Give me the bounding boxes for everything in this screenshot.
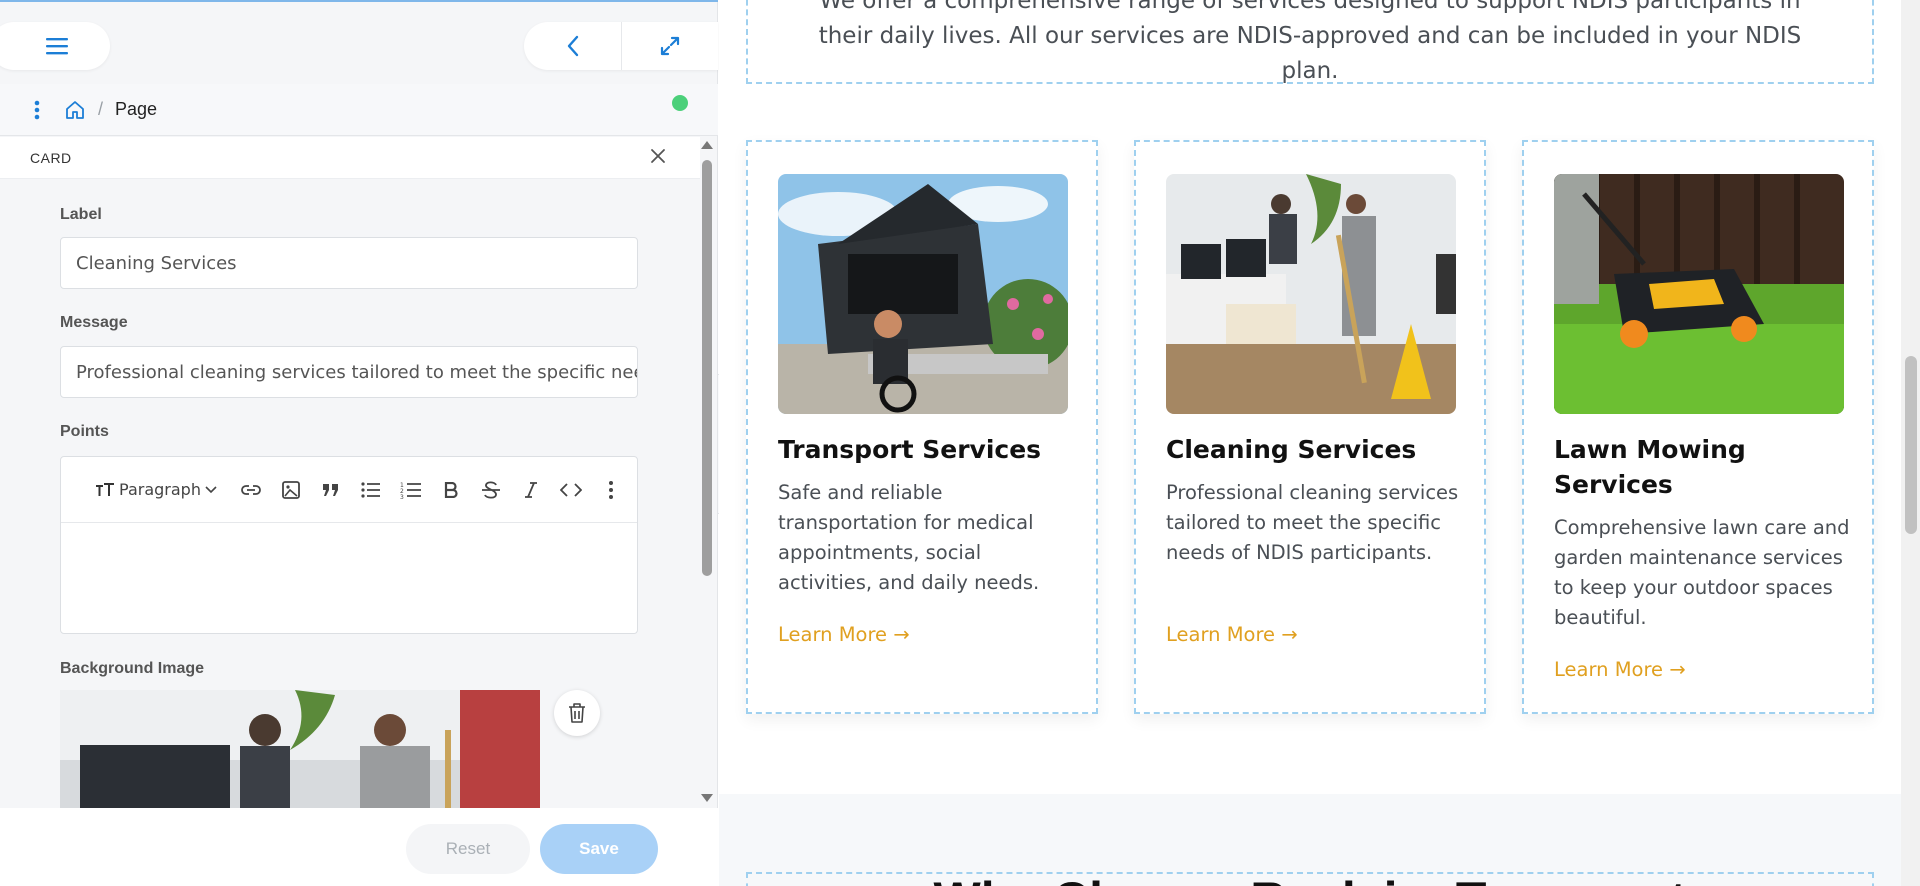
italic-button[interactable]	[511, 470, 551, 510]
lawn-mowing-image	[1554, 174, 1844, 414]
service-card-cleaning[interactable]: Cleaning Services Professional cleaning …	[1134, 140, 1486, 714]
scroll-up-arrow[interactable]	[701, 141, 713, 149]
transport-image	[778, 174, 1068, 414]
message-field-label: Message	[60, 314, 128, 331]
paragraph-style-dropdown[interactable]: Paragraph	[81, 470, 231, 510]
paragraph-style-label: Paragraph	[119, 480, 201, 499]
background-image-label: Background Image	[60, 660, 205, 677]
code-icon	[560, 482, 582, 497]
numbered-list-button[interactable]: 123	[391, 470, 431, 510]
service-title: Cleaning Services	[1166, 435, 1417, 464]
svg-text:3: 3	[400, 494, 404, 499]
strikethrough-button[interactable]	[471, 470, 511, 510]
scroll-down-arrow[interactable]	[701, 794, 713, 802]
bullet-list-icon	[361, 481, 380, 498]
trash-icon	[569, 703, 585, 723]
status-indicator	[672, 95, 688, 111]
page-preview: We offer a comprehensive range of servic…	[719, 0, 1901, 886]
numbered-list-icon: 123	[400, 482, 421, 499]
service-card-transport[interactable]: Transport Services Safe and reliable tra…	[746, 140, 1098, 714]
link-icon	[241, 484, 261, 495]
service-description: Safe and reliable transportation for med…	[778, 481, 1040, 594]
service-description: Professional cleaning services tailored …	[1166, 481, 1459, 564]
strikethrough-icon	[482, 480, 500, 499]
lawn-mower-photo	[1554, 174, 1844, 414]
expand-panel-button[interactable]	[621, 22, 718, 70]
points-editor-content[interactable]	[61, 523, 637, 633]
hamburger-icon	[46, 38, 68, 55]
more-options-button[interactable]	[591, 470, 631, 510]
bold-icon	[444, 481, 458, 498]
image-icon	[282, 480, 300, 499]
service-title: Transport Services	[778, 435, 1042, 464]
panel-scroll-thumb[interactable]	[702, 160, 712, 576]
intro-text-block[interactable]: We offer a comprehensive range of servic…	[746, 0, 1874, 84]
message-input[interactable]: Professional cleaning services tailored …	[60, 346, 638, 398]
label-field-label: Label	[60, 206, 102, 223]
reset-button[interactable]: Reset	[406, 824, 530, 874]
editor-topbar	[0, 0, 718, 84]
background-image-preview	[60, 690, 540, 808]
image-button[interactable]	[271, 470, 311, 510]
label-input[interactable]: Cleaning Services	[60, 237, 638, 289]
breadcrumb: / Page	[0, 84, 718, 136]
text-size-icon	[96, 482, 115, 496]
close-icon	[651, 149, 665, 163]
learn-more-link[interactable]: Learn More →	[1166, 623, 1298, 646]
bold-button[interactable]	[431, 470, 471, 510]
blockquote-button[interactable]	[311, 470, 351, 510]
wheelchair-van-photo	[778, 174, 1068, 414]
office-cleaner-photo	[1166, 174, 1456, 414]
save-button[interactable]: Save	[540, 824, 658, 874]
editor-toolbar: Paragraph 123	[61, 457, 637, 523]
collapse-panel-button[interactable]	[524, 22, 621, 70]
link-button[interactable]	[231, 470, 271, 510]
preview-scroll-thumb[interactable]	[1905, 356, 1917, 534]
delete-image-button[interactable]	[554, 690, 600, 736]
breadcrumb-page[interactable]: Page	[115, 99, 157, 120]
kebab-menu-icon[interactable]	[34, 100, 40, 120]
points-editor[interactable]: Paragraph 123	[60, 456, 638, 634]
italic-icon	[525, 481, 537, 498]
menu-button[interactable]	[0, 22, 110, 70]
more-vertical-icon	[609, 480, 613, 499]
code-button[interactable]	[551, 470, 591, 510]
section-header: CARD	[0, 137, 700, 179]
breadcrumb-separator: /	[98, 99, 104, 119]
service-title: Lawn Mowing Services	[1554, 435, 1746, 499]
intro-line: their daily lives. All our services are …	[818, 23, 1802, 49]
chevron-left-icon	[567, 35, 578, 57]
learn-more-link[interactable]: Learn More →	[1554, 658, 1686, 681]
service-description: Comprehensive lawn care and garden maint…	[1554, 516, 1850, 629]
close-section-button[interactable]	[646, 144, 670, 168]
editor-panel: / Page CARD Label Cleaning Services Mess…	[0, 0, 718, 886]
next-section-heading: Why Choose Reclaim Transport	[719, 870, 1901, 886]
home-icon[interactable]	[64, 99, 86, 121]
expand-icon	[660, 36, 680, 56]
learn-more-link[interactable]: Learn More →	[778, 623, 910, 646]
quote-icon	[323, 483, 338, 496]
panel-nav-group	[524, 22, 718, 70]
intro-line: We offer a comprehensive range of servic…	[819, 0, 1801, 14]
office-cleaning-photo	[60, 690, 540, 808]
chevron-down-icon	[205, 485, 217, 493]
cleaning-image	[1166, 174, 1456, 414]
service-card-lawn-mowing[interactable]: Lawn Mowing Services Comprehensive lawn …	[1522, 140, 1874, 714]
bullet-list-button[interactable]	[351, 470, 391, 510]
intro-line: plan.	[1281, 58, 1339, 84]
points-field-label: Points	[60, 423, 109, 440]
